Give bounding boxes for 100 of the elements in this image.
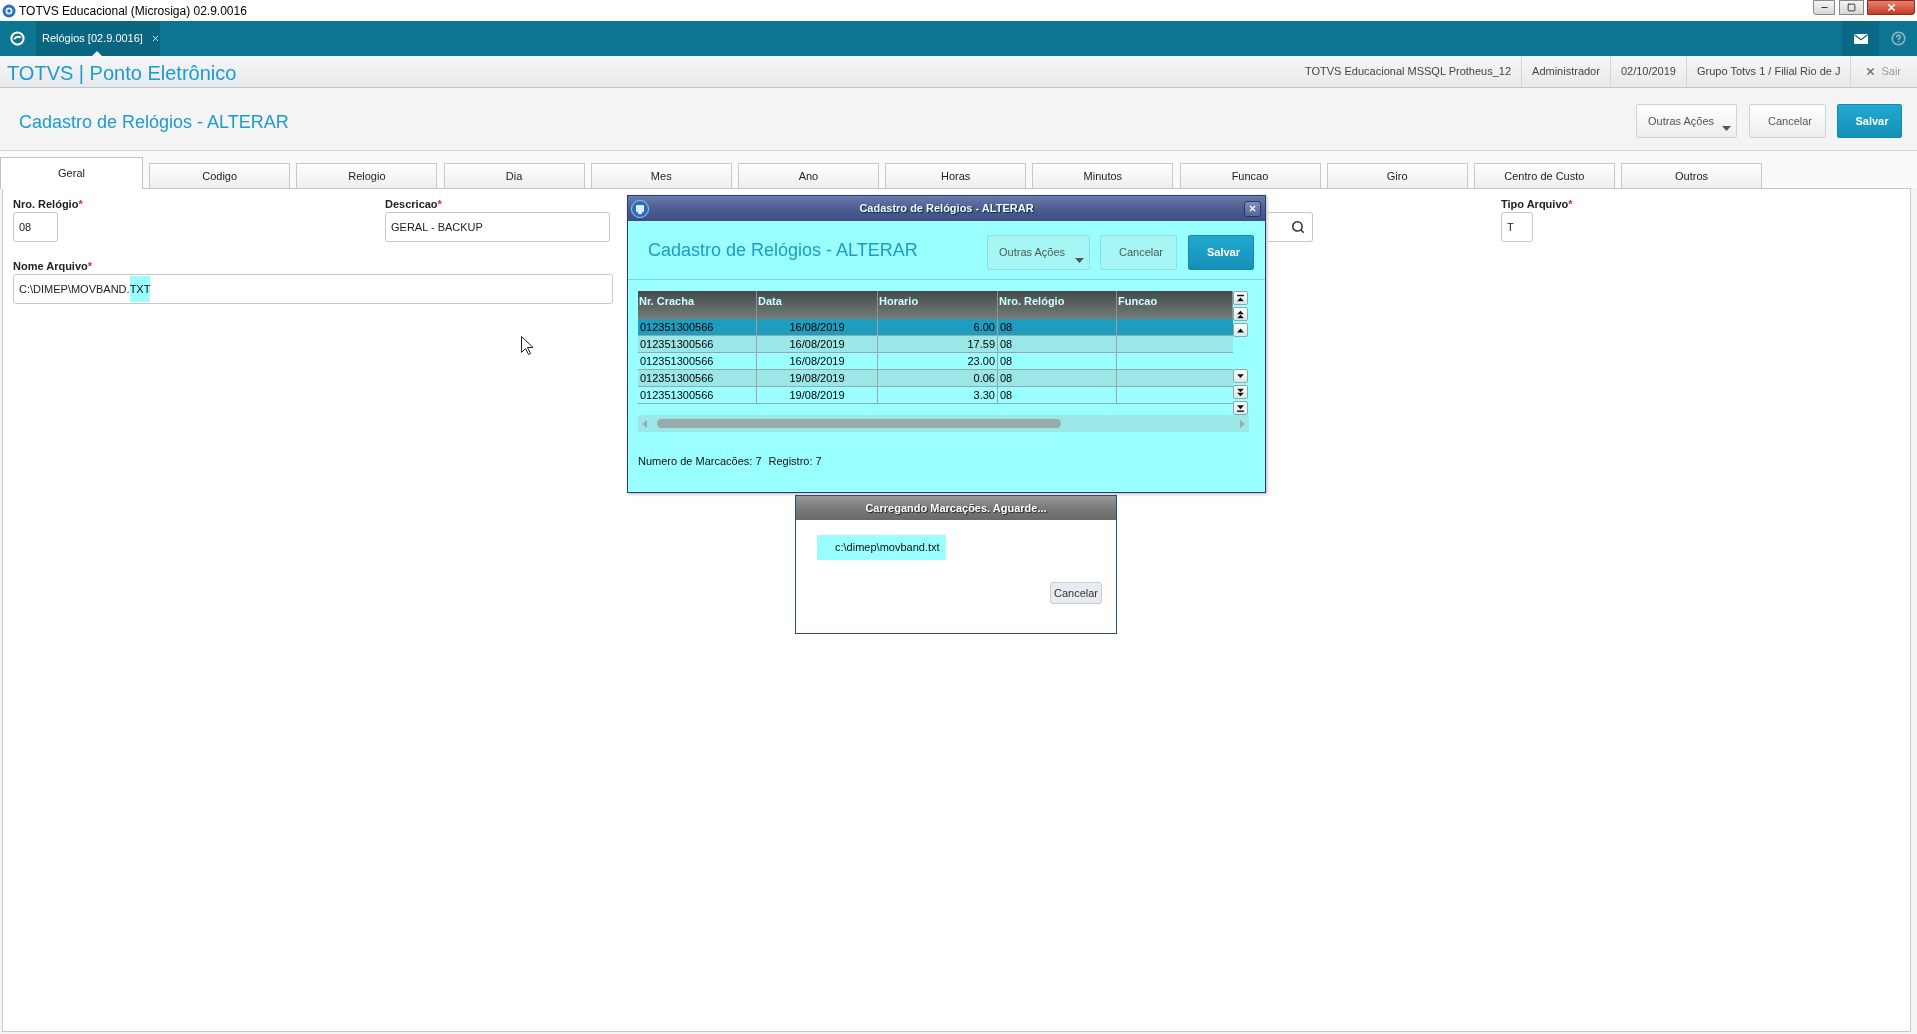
tab[interactable]: Mes <box>590 163 732 188</box>
field-text: TXT <box>129 275 151 303</box>
table-row[interactable]: 012351300566 16/08/2019 6.00 08 <box>638 319 1233 336</box>
file-path-text: c:\dimep\movband.txt <box>817 535 946 560</box>
scroll-button[interactable] <box>1233 385 1248 399</box>
input-field[interactable]: 08 <box>13 212 58 242</box>
scroll-button[interactable] <box>1233 401 1248 415</box>
table-cell: 012351300566 <box>638 387 757 403</box>
table-row[interactable]: 012351300566 16/08/2019 23.00 08 <box>638 353 1233 370</box>
search-icon <box>1291 220 1305 234</box>
lookup-field[interactable] <box>1268 212 1313 242</box>
status-text: Registro: 7 <box>768 454 822 469</box>
close-window-button[interactable] <box>1867 0 1915 15</box>
table-cell: 6.00 <box>878 319 998 335</box>
progress-title: Carregando Marcações. Aguarde... <box>865 500 1047 516</box>
close-button[interactable] <box>1244 200 1261 217</box>
horizontal-scrollbar[interactable] <box>638 415 1249 432</box>
app-title: TOTVS | Ponto Eletrônico <box>7 61 237 86</box>
tab[interactable]: Giro <box>1326 163 1468 188</box>
tab[interactable]: Relogio <box>296 163 438 188</box>
cancel-button[interactable]: Cancelar <box>1050 582 1102 604</box>
caret-down-icon <box>1075 257 1084 263</box>
input-field[interactable]: C:\DIMEP\MOVBAND.TXT <box>13 274 613 304</box>
tab[interactable]: Minutos <box>1032 163 1174 188</box>
header-info-text: Administrador <box>1521 56 1610 87</box>
table-cell: 012351300566 <box>638 370 757 386</box>
round-app-icon <box>631 199 649 218</box>
field-label: Tipo Arquivo* <box>1501 198 1573 211</box>
close-icon <box>1885 2 1897 13</box>
window-title: TOTVS Educacional (Microsiga) 02.9.0016 <box>19 2 247 20</box>
table-cell: 19/08/2019 <box>757 370 878 386</box>
mail-icon <box>1853 33 1868 44</box>
table-cell: 012351300566 <box>638 336 757 352</box>
dialog-heading: Cadastro de Relógios - ALTERAR <box>648 238 918 262</box>
mouse-pointer-icon <box>521 336 533 355</box>
table-row[interactable]: 012351300566 19/08/2019 3.30 08 <box>638 387 1233 404</box>
caret-down-icon <box>1722 126 1731 131</box>
more-actions-button[interactable]: Outras Ações <box>1636 104 1737 138</box>
table-cell: 19/08/2019 <box>757 387 878 403</box>
mail-button[interactable] <box>1842 21 1879 56</box>
table-cell: 16/08/2019 <box>757 353 878 369</box>
ring-logo-icon <box>9 31 25 46</box>
scroll-to-top-icon <box>1236 293 1245 303</box>
table-cell: 23.00 <box>878 353 998 369</box>
double-down-arrow-icon <box>1236 387 1245 397</box>
tab[interactable]: Codigo <box>149 163 291 188</box>
triangle-right-icon <box>1240 419 1245 428</box>
table-cell: 16/08/2019 <box>757 319 878 335</box>
table-row[interactable]: 012351300566 16/08/2019 17.59 08 <box>638 336 1233 353</box>
scroll-button[interactable] <box>1233 307 1248 321</box>
tab[interactable]: Funcao <box>1179 163 1321 188</box>
table-cell: 08 <box>998 387 1117 403</box>
double-up-arrow-icon <box>1236 309 1245 319</box>
table-cell: 08 <box>998 370 1117 386</box>
tab[interactable]: Dia <box>443 163 585 188</box>
down-arrow-icon <box>1236 371 1245 381</box>
maximize-button[interactable] <box>1839 0 1864 15</box>
header-info-text: 02/10/2019 <box>1609 56 1686 87</box>
cancel-button[interactable]: Cancelar <box>1749 104 1826 138</box>
maximize-icon <box>1847 3 1856 12</box>
cancel-button[interactable]: Cancelar <box>1100 234 1177 270</box>
scroll-to-bottom-icon <box>1236 403 1245 413</box>
header-info-text: Grupo Totvs 1 / Filial Rio de J <box>1685 56 1851 87</box>
close-tab-icon <box>150 34 160 43</box>
tab[interactable]: Horas <box>885 163 1027 188</box>
field-label: Descricao* <box>385 198 442 211</box>
scrollbar-thumb[interactable] <box>657 419 1061 428</box>
table-cell: 17.59 <box>878 336 998 352</box>
minimize-button[interactable] <box>1813 0 1835 15</box>
table-row[interactable]: 012351300566 19/08/2019 0.06 08 <box>638 370 1233 387</box>
close-icon <box>1248 204 1257 213</box>
table-cell: 08 <box>998 336 1117 352</box>
table-cell: 0.06 <box>878 370 998 386</box>
round-app-icon <box>2 3 16 18</box>
scroll-button[interactable] <box>1233 323 1248 337</box>
table-cell: 3.30 <box>878 387 998 403</box>
field-label: Nome Arquivo* <box>13 260 93 273</box>
tab[interactable]: Centro de Custo <box>1473 163 1615 188</box>
input-field[interactable]: T <box>1501 212 1533 242</box>
header-info-text: TOTVS Educacional MSSQL Protheus_12 <box>1304 64 1513 80</box>
page-title: Cadastro de Relógios - ALTERAR <box>19 110 289 134</box>
table-cell: 012351300566 <box>638 353 757 369</box>
table-cell: 08 <box>998 353 1117 369</box>
more-actions-button[interactable]: Outras Ações <box>987 234 1090 270</box>
close-icon <box>1865 66 1877 77</box>
help-icon <box>1890 31 1906 46</box>
dialog-title: Cadastro de Relógios - ALTERAR <box>858 201 1035 217</box>
field-label: Nro. Relógio* <box>13 198 83 211</box>
table-cell: 012351300566 <box>638 319 757 335</box>
table-cell: 08 <box>998 319 1117 335</box>
tab[interactable]: Outros <box>1621 163 1763 188</box>
table-cell: 16/08/2019 <box>757 336 878 352</box>
input-field[interactable]: GERAL - BACKUP <box>385 212 610 242</box>
tab[interactable]: Ano <box>737 163 879 188</box>
status-text: Numero de Marcacões: 7 <box>638 454 762 469</box>
scroll-button[interactable] <box>1233 369 1248 383</box>
triangle-left-icon <box>642 419 647 428</box>
tab[interactable]: Geral <box>0 157 143 189</box>
app-tab[interactable]: Relógios [02.9.0016] <box>36 21 160 56</box>
scroll-button[interactable] <box>1233 291 1248 305</box>
